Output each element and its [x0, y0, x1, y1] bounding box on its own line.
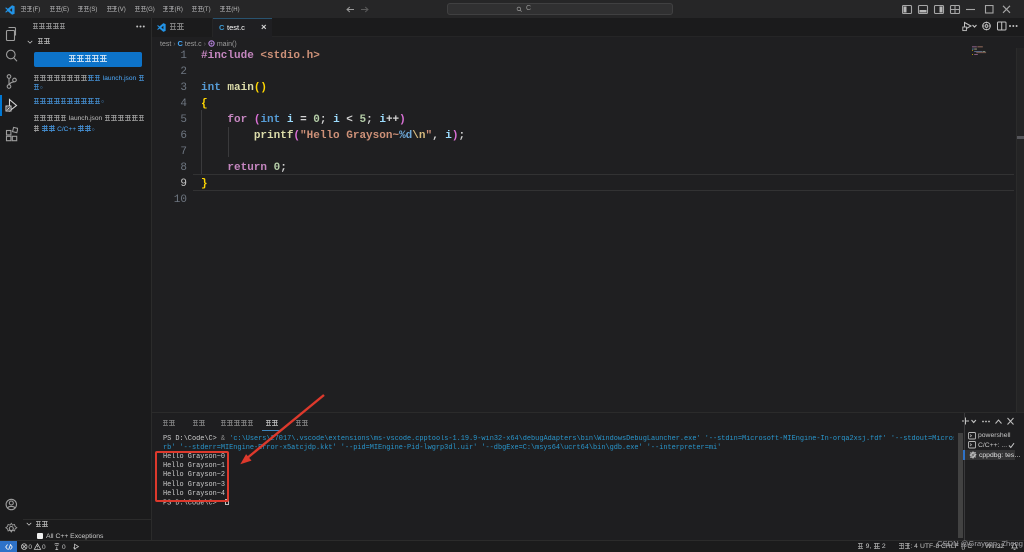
svg-text:0: 0 [28, 544, 32, 550]
svg-text:0: 0 [42, 544, 46, 550]
svg-text:0: 0 [62, 544, 66, 550]
